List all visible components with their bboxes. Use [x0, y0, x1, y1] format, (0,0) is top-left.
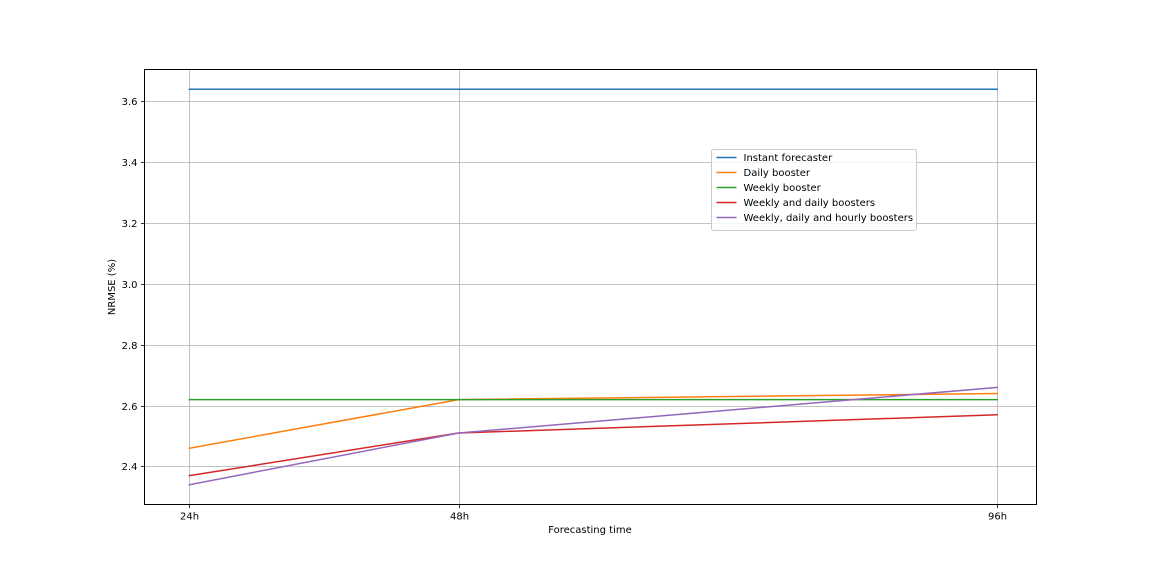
y-tick-label: 2.6: [122, 402, 138, 413]
legend-label: Weekly booster: [744, 183, 822, 194]
x-axis-label: Forecasting time: [548, 525, 632, 536]
legend-label: Daily booster: [744, 168, 811, 179]
figure-background: [0, 0, 1152, 576]
y-tick-label: 2.8: [122, 341, 138, 352]
y-tick-label: 3.6: [122, 97, 138, 108]
y-tick-label: 3.2: [122, 219, 138, 230]
x-tick-label: 24h: [180, 512, 199, 523]
line-chart: 24h 48h 96h 2.4 2.6 2.8 3.0 3.2 3.4 3.6 Forecast…: [0, 0, 1152, 576]
x-tick-label: 48h: [450, 512, 469, 523]
legend-label: Instant forecaster: [744, 153, 834, 164]
y-axis-label: NRMSE (%): [107, 259, 118, 315]
x-tick-label: 96h: [988, 512, 1007, 523]
y-tick-label: 3.4: [122, 158, 138, 169]
y-tick-label: 2.4: [122, 462, 138, 473]
y-tick-label: 3.0: [122, 280, 138, 291]
legend: Instant forecaster Daily booster Weekly bo…: [711, 149, 917, 231]
legend-label: Weekly and daily boosters: [744, 198, 876, 209]
legend-label: Weekly, daily and hourly boosters: [744, 213, 914, 224]
